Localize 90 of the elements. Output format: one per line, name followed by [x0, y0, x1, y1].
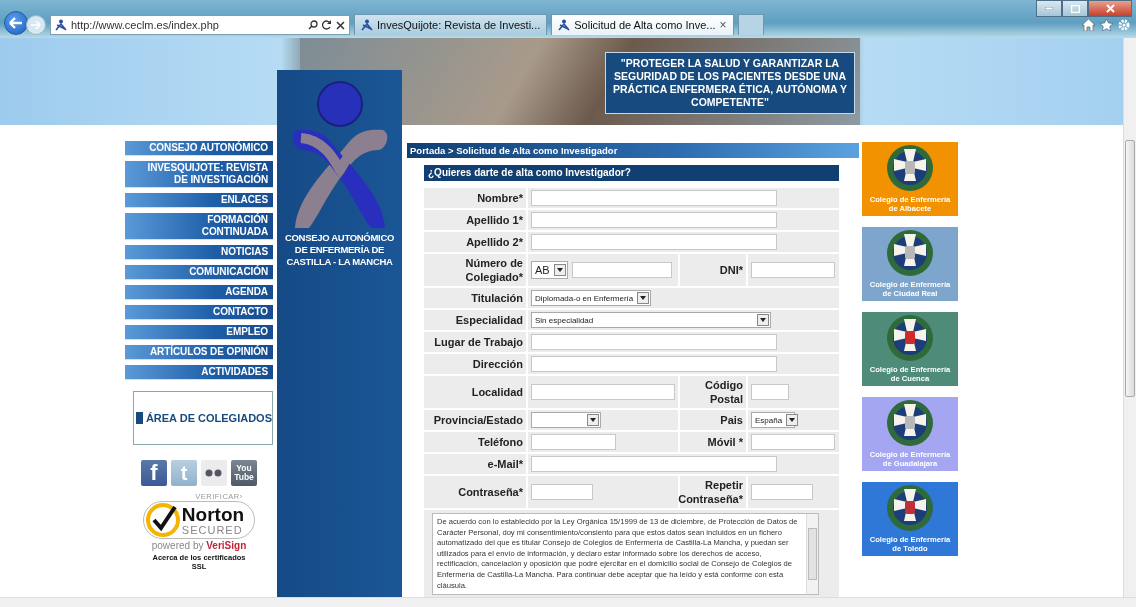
text-field[interactable]: [751, 384, 789, 400]
nav-link[interactable]: INVESQUIJOTE: REVISTA DE INVESTIGACIÓN: [125, 161, 273, 188]
field-label: Provincia/Estado: [424, 410, 526, 430]
field-label: Dirección: [424, 354, 526, 374]
field-label: Número de Colegiado*: [424, 254, 526, 286]
nav-link[interactable]: EMPLEO: [125, 325, 273, 340]
address-bar[interactable]: http://www.ceclm.es/index.php: [50, 15, 350, 35]
nav-link[interactable]: AGENDA: [125, 285, 273, 300]
text-field[interactable]: [531, 234, 777, 250]
field-label: Apellido 1*: [424, 210, 526, 230]
select-field[interactable]: España: [751, 412, 795, 428]
select-field[interactable]: [531, 412, 601, 428]
site-favicon-icon: [361, 19, 373, 31]
close-button[interactable]: [1088, 0, 1132, 17]
scrollbar[interactable]: [806, 514, 818, 595]
field-label: DNI*: [680, 254, 746, 286]
nav-link[interactable]: ENLACES: [125, 193, 273, 208]
back-button[interactable]: [4, 11, 28, 35]
breadcrumb: Portada > Solicitud de Alta como Investigador: [407, 143, 859, 158]
nav-link[interactable]: COMUNICACIÓN: [125, 265, 273, 280]
text-field[interactable]: [531, 434, 616, 450]
field-label: Localidad: [424, 376, 526, 408]
field-label: Pais: [680, 410, 746, 430]
scrollbar[interactable]: [1123, 38, 1136, 597]
site-favicon-icon: [558, 19, 571, 31]
nav-link[interactable]: CONSEJO AUTONÓMICO: [125, 141, 273, 156]
text-field[interactable]: [531, 356, 777, 372]
form-title: ¿Quieres darte de alta como Investigador?: [424, 165, 839, 181]
home-icon[interactable]: [1082, 19, 1095, 31]
field-label: Móvil *: [680, 432, 746, 452]
nav-link[interactable]: CONTACTO: [125, 305, 273, 320]
nav-link[interactable]: ACTIVIDADES: [125, 365, 273, 380]
field-label: Titulación: [424, 288, 526, 308]
site-favicon-icon: [55, 19, 67, 31]
text-field[interactable]: [751, 262, 835, 278]
two-dots-icon: [205, 469, 223, 477]
close-tab-button[interactable]: ×: [719, 18, 727, 32]
text-field[interactable]: [531, 484, 593, 500]
text-field[interactable]: [531, 456, 777, 472]
text-field[interactable]: [531, 384, 675, 400]
search-icon[interactable]: [308, 20, 318, 30]
emblem-icon: [885, 483, 935, 533]
back-arrow-icon: [9, 17, 23, 29]
select-field[interactable]: Diplomada-o en Enfermería: [531, 290, 652, 306]
field-label: e-Mail*: [424, 454, 526, 474]
emblem-icon: [885, 398, 935, 448]
facebook-link[interactable]: f: [141, 460, 167, 486]
field-label: Teléfono: [424, 432, 526, 452]
nav-link[interactable]: NOTICIAS: [125, 245, 273, 260]
text-field[interactable]: [751, 484, 813, 500]
field-label: Contraseña*: [424, 476, 526, 508]
youtube-link[interactable]: You Tube: [231, 460, 257, 486]
emblem-icon: [885, 313, 935, 363]
flickr-link[interactable]: [201, 460, 227, 486]
maximize-icon: [1070, 4, 1080, 13]
emblem-icon: [885, 143, 935, 193]
minimize-icon: [1045, 7, 1053, 10]
text-field[interactable]: [751, 434, 835, 450]
slogan-banner: "PROTEGER LA SALUD Y GARANTIZAR LA SEGURIDAD DE LOS PACIENTES DESDE UNA PRÁCTICA ENFERMERA ÉTICA, AUTÓNOMA Y COMPETENTE": [605, 52, 855, 114]
text-field[interactable]: [531, 334, 777, 350]
browser-tab[interactable]: Solicitud de Alta como Inve... ×: [551, 14, 734, 35]
text-field[interactable]: [531, 212, 777, 228]
stop-icon[interactable]: [336, 20, 345, 30]
maximize-button[interactable]: [1062, 0, 1088, 17]
select-field[interactable]: AB: [531, 261, 568, 279]
forward-button[interactable]: [26, 15, 46, 35]
nav-link[interactable]: FORMACIÓN CONTINUADA: [125, 213, 273, 240]
logo-text: CONSEJO AUTONÓMICO DE ENFERMERÍA DE CASTILLA - LA MANCHA: [284, 232, 395, 268]
forward-arrow-icon: [31, 21, 41, 29]
nav-link[interactable]: ARTÍCULOS DE OPINIÓN: [125, 345, 273, 360]
settings-icon[interactable]: [1118, 19, 1130, 31]
browser-tab[interactable]: InvesQuijote: Revista de Investi...: [354, 14, 548, 35]
powered-by-text: powered by VeriSign: [151, 540, 247, 552]
select-field[interactable]: Sin especialidad: [531, 312, 771, 328]
close-icon: [1105, 4, 1115, 13]
field-label: Código Postal: [680, 376, 746, 408]
text-field[interactable]: [531, 190, 777, 206]
star-icon[interactable]: [1100, 19, 1113, 31]
field-label: Lugar de Trabajo: [424, 332, 526, 352]
text-field[interactable]: [571, 262, 672, 278]
field-label: Especialidad: [424, 310, 526, 330]
new-tab-button[interactable]: [737, 14, 764, 35]
members-area-link[interactable]: ÁREA DE COLEGIADOS: [133, 391, 273, 445]
minimize-button[interactable]: [1036, 0, 1062, 17]
scrollbar[interactable]: [0, 597, 1136, 607]
refresh-icon[interactable]: [322, 20, 332, 30]
emblem-icon: [885, 228, 935, 278]
field-label: Nombre*: [424, 188, 526, 208]
field-label: Repetir Contraseña*: [680, 476, 746, 508]
field-label: Apellido 2*: [424, 232, 526, 252]
